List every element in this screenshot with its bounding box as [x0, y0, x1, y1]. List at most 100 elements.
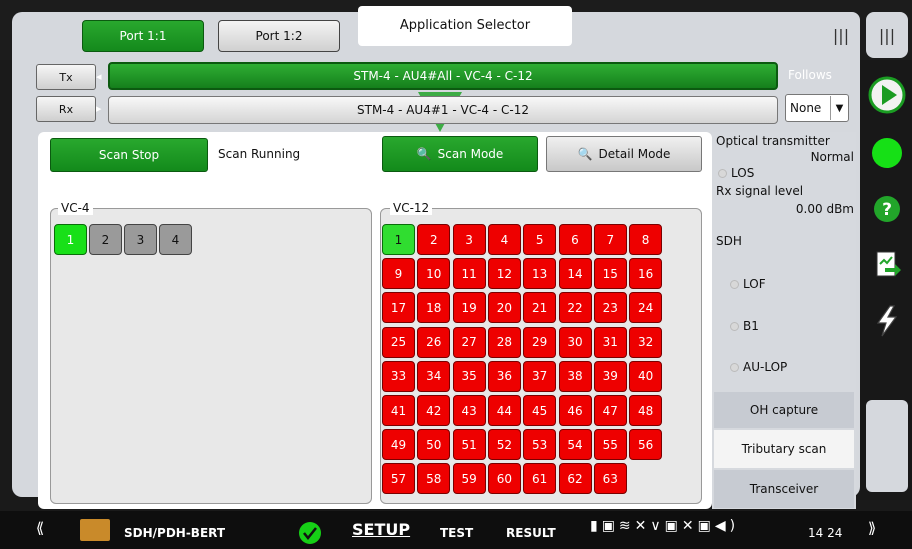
result-tab[interactable]: RESULT: [506, 526, 556, 540]
lof-indicator: LOF: [730, 277, 766, 291]
vc12-cell-1[interactable]: 1: [382, 224, 415, 255]
vc12-cell-60[interactable]: 60: [487, 463, 521, 495]
vc12-cell-41[interactable]: 41: [382, 395, 415, 426]
vc12-cell-48[interactable]: 48: [629, 395, 663, 426]
close-button-bg: [866, 400, 908, 492]
tx-arrow-icon: ◂: [96, 70, 102, 83]
application-selector-tab[interactable]: Application Selector: [358, 6, 572, 46]
vc12-cell-58[interactable]: 58: [417, 463, 451, 495]
vc12-cell-62[interactable]: 62: [558, 463, 592, 495]
help-button[interactable]: ?: [866, 188, 908, 230]
vc12-cell-12[interactable]: 12: [487, 258, 521, 290]
vc12-cell-3[interactable]: 3: [452, 224, 486, 255]
vc12-cell-45[interactable]: 45: [523, 395, 557, 426]
vc12-cell-16[interactable]: 16: [629, 258, 663, 290]
vc12-cell-37[interactable]: 37: [523, 360, 557, 392]
vc12-cell-6[interactable]: 6: [558, 224, 592, 255]
vc12-cell-47[interactable]: 47: [593, 395, 627, 426]
vc12-cell-61[interactable]: 61: [523, 463, 557, 495]
tab-tributary-scan[interactable]: Tributary scan: [714, 430, 854, 468]
vc12-cell-32[interactable]: 32: [629, 326, 663, 358]
vc12-cell-10[interactable]: 10: [417, 258, 451, 290]
vc12-cell-31[interactable]: 31: [593, 326, 627, 358]
vc12-cell-46[interactable]: 46: [558, 395, 592, 426]
vc12-cell-44[interactable]: 44: [487, 395, 521, 426]
vc12-cell-52[interactable]: 52: [487, 429, 521, 461]
vc4-cell-1[interactable]: 1: [54, 224, 87, 255]
tx-path-selector[interactable]: STM-4 - AU4#All - VC-4 - C-12: [108, 62, 778, 90]
vc12-cell-34[interactable]: 34: [417, 360, 451, 392]
vc12-cell-17[interactable]: 17: [382, 292, 415, 324]
collapse-left-icon[interactable]: ⟪: [18, 512, 62, 544]
vc12-cell-13[interactable]: 13: [523, 258, 557, 290]
magnifier-icon: 🔍: [416, 147, 432, 161]
vc12-cell-9[interactable]: 9: [382, 258, 415, 290]
vc12-cell-39[interactable]: 39: [593, 360, 627, 392]
vc12-cell-5[interactable]: 5: [523, 224, 557, 255]
vc12-cell-14[interactable]: 14: [558, 258, 592, 290]
play-icon: [868, 76, 906, 114]
vc12-cell-20[interactable]: 20: [487, 292, 521, 324]
vc12-cell-22[interactable]: 22: [558, 292, 592, 324]
vc12-cell-55[interactable]: 55: [593, 429, 627, 461]
vc12-cell-36[interactable]: 36: [487, 360, 521, 392]
vc12-cell-8[interactable]: 8: [629, 224, 663, 255]
vc12-cell-30[interactable]: 30: [558, 326, 592, 358]
vc12-cell-53[interactable]: 53: [523, 429, 557, 461]
scan-mode-button[interactable]: 🔍 Scan Mode: [382, 136, 538, 172]
vc12-cell-25[interactable]: 25: [382, 326, 415, 358]
vc12-cell-63[interactable]: 63: [593, 463, 627, 495]
vc12-cell-42[interactable]: 42: [417, 395, 451, 426]
vc12-cell-23[interactable]: 23: [593, 292, 627, 324]
vc4-cell-3[interactable]: 3: [124, 224, 157, 255]
vc12-cell-21[interactable]: 21: [523, 292, 557, 324]
vc12-cell-38[interactable]: 38: [558, 360, 592, 392]
vc12-cell-59[interactable]: 59: [452, 463, 486, 495]
panel-menu-handle-icon[interactable]: |||: [822, 12, 860, 58]
test-tab[interactable]: TEST: [440, 526, 473, 540]
tx-button[interactable]: Tx: [36, 64, 96, 90]
vc12-cell-43[interactable]: 43: [452, 395, 486, 426]
report-button[interactable]: [866, 244, 908, 286]
port-1-2-tab[interactable]: Port 1:2: [218, 20, 340, 52]
vc12-cell-29[interactable]: 29: [523, 326, 557, 358]
vc12-cell-2[interactable]: 2: [417, 224, 451, 255]
vc12-cell-7[interactable]: 7: [593, 224, 627, 255]
global-menu-handle-icon[interactable]: |||: [866, 12, 908, 58]
vc4-cell-2[interactable]: 2: [89, 224, 122, 255]
setup-tab[interactable]: SETUP: [352, 520, 410, 539]
au-lop-label: AU-LOP: [743, 360, 788, 374]
status-led-button[interactable]: [866, 132, 908, 174]
vc12-cell-54[interactable]: 54: [558, 429, 592, 461]
vc12-cell-50[interactable]: 50: [417, 429, 451, 461]
vc12-cell-27[interactable]: 27: [452, 326, 486, 358]
vc12-cell-4[interactable]: 4: [487, 224, 521, 255]
error-inject-button[interactable]: [866, 300, 908, 342]
tab-transceiver[interactable]: Transceiver: [714, 470, 854, 508]
vc12-cell-35[interactable]: 35: [452, 360, 486, 392]
vc12-cell-33[interactable]: 33: [382, 360, 415, 392]
start-test-button[interactable]: [866, 74, 908, 116]
vc12-cell-56[interactable]: 56: [629, 429, 663, 461]
follows-select[interactable]: None ▼: [785, 94, 849, 122]
rx-path-selector[interactable]: STM-4 - AU4#1 - VC-4 - C-12: [108, 96, 778, 124]
tab-oh-capture[interactable]: OH capture: [714, 392, 854, 428]
vc12-cell-15[interactable]: 15: [593, 258, 627, 290]
port-1-1-tab[interactable]: Port 1:1: [82, 20, 204, 52]
vc12-cell-24[interactable]: 24: [629, 292, 663, 324]
vc12-cell-40[interactable]: 40: [629, 360, 663, 392]
vc12-cell-49[interactable]: 49: [382, 429, 415, 461]
vc12-cell-57[interactable]: 57: [382, 463, 415, 495]
vc12-cell-28[interactable]: 28: [487, 326, 521, 358]
scan-stop-button[interactable]: Scan Stop: [50, 138, 208, 172]
vc4-cell-4[interactable]: 4: [159, 224, 192, 255]
vc12-cell-19[interactable]: 19: [452, 292, 486, 324]
expand-right-icon[interactable]: ⟫: [850, 512, 894, 544]
vc12-cell-26[interactable]: 26: [417, 326, 451, 358]
vc12-cell-11[interactable]: 11: [452, 258, 486, 290]
detail-mode-button[interactable]: 🔍 Detail Mode: [546, 136, 702, 172]
rx-button[interactable]: Rx: [36, 96, 96, 122]
status-green-led-icon: [872, 138, 902, 168]
vc12-cell-18[interactable]: 18: [417, 292, 451, 324]
vc12-cell-51[interactable]: 51: [452, 429, 486, 461]
